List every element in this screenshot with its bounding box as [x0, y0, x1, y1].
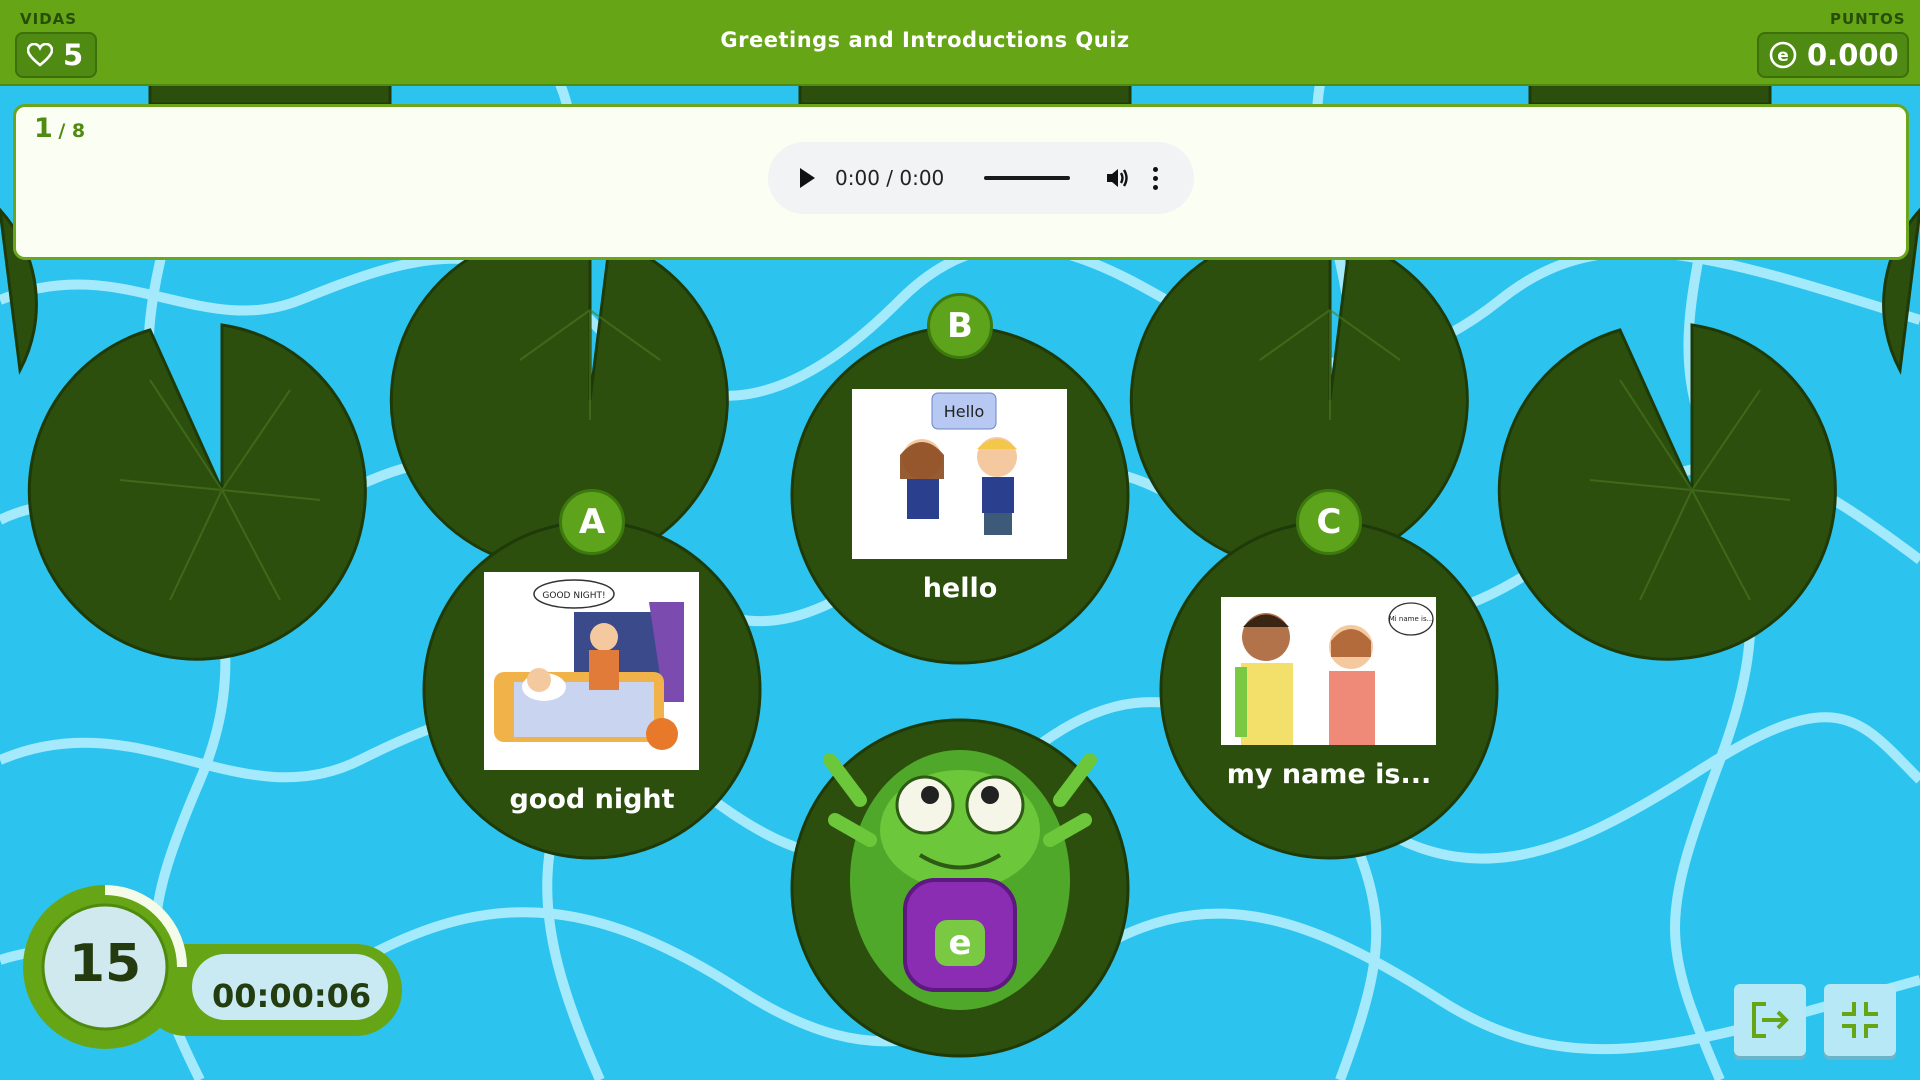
page-title: Greetings and Introductions Quiz: [720, 28, 1130, 52]
audio-player[interactable]: 0:00 / 0:00: [768, 142, 1194, 214]
option-a-speech-text: GOOD NIGHT!: [542, 591, 605, 601]
option-b-image: Hello: [852, 389, 1067, 559]
points-label: PUNTOS: [1830, 10, 1906, 28]
mascot-badge-letter: e: [948, 923, 972, 963]
volume-icon[interactable]: [1105, 166, 1131, 190]
fullscreen-exit-icon: [1842, 1002, 1878, 1038]
fullscreen-exit-button[interactable]: [1824, 984, 1896, 1056]
exit-button[interactable]: [1734, 984, 1806, 1056]
option-c-image: Mi name is...: [1221, 597, 1436, 745]
elapsed-time: 00:00:06: [212, 977, 372, 1015]
countdown-number: 15: [68, 934, 142, 994]
lives-label: VIDAS: [20, 10, 78, 28]
option-c-word: my name is...: [1226, 759, 1432, 790]
option-a-image: GOOD NIGHT!: [484, 572, 699, 770]
option-b-speech-text: Hello: [944, 402, 985, 421]
question-panel: 1 / 8 0:00 / 0:00: [13, 104, 1909, 260]
question-current: 1: [34, 113, 53, 144]
option-c-badge: C: [1296, 489, 1362, 555]
question-counter: 1 / 8: [34, 113, 85, 144]
audio-time: 0:00 / 0:00: [835, 166, 945, 190]
more-options-icon[interactable]: [1153, 166, 1159, 190]
top-bar: VIDAS 5 Greetings and Introductions Quiz…: [0, 0, 1920, 86]
option-a-badge: A: [559, 489, 625, 555]
question-total: / 8: [58, 120, 86, 142]
points-counter: e 0.000: [1757, 32, 1909, 78]
points-value: 0.000: [1807, 38, 1899, 72]
option-a-word: good night: [509, 784, 675, 815]
option-c-speech-text: Mi name is...: [1389, 615, 1434, 623]
audio-seek-bar[interactable]: [984, 176, 1071, 180]
play-icon[interactable]: [800, 168, 815, 188]
option-b-badge: B: [927, 293, 993, 359]
option-b-word: hello: [922, 573, 998, 604]
exit-icon: [1752, 1002, 1789, 1038]
coin-icon: e: [1769, 41, 1797, 69]
svg-text:e: e: [1777, 46, 1789, 66]
